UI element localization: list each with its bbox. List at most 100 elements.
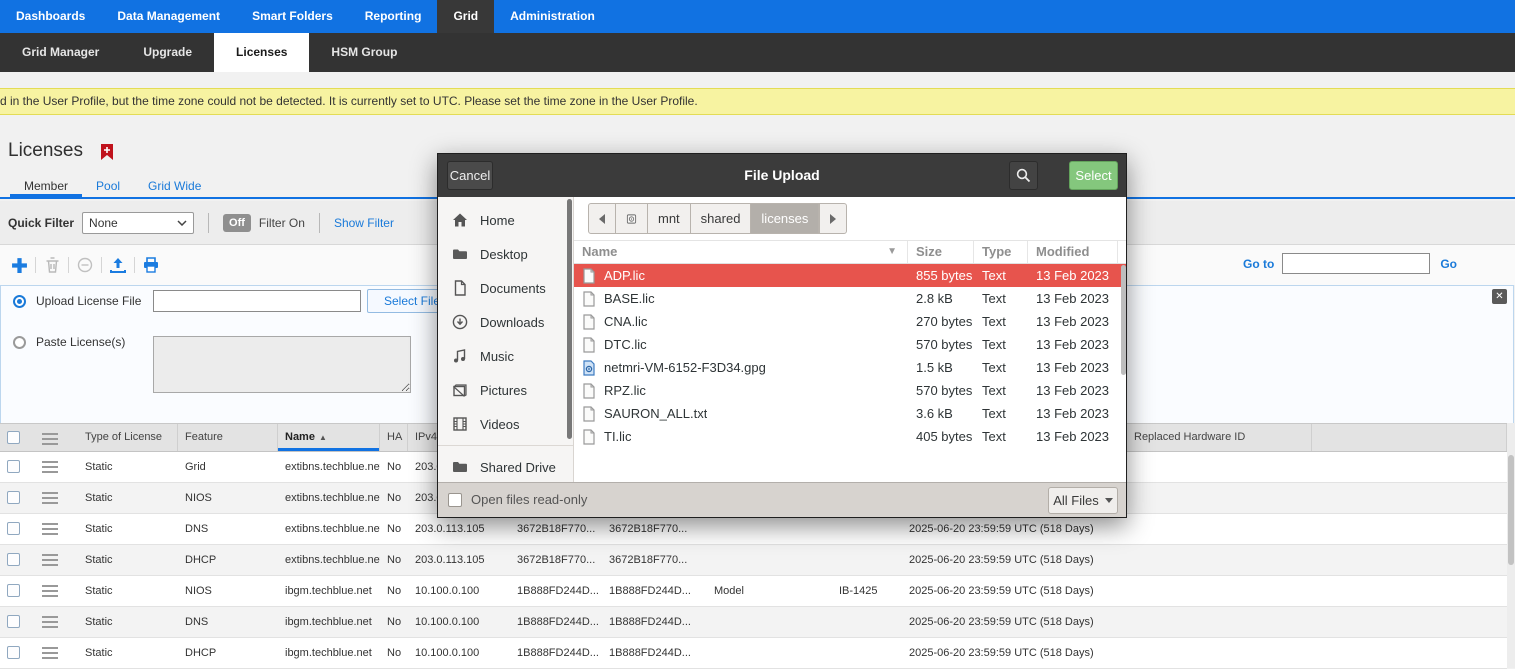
nav-item-smart-folders[interactable]: Smart Folders [236,0,349,33]
table-cell [832,514,902,544]
sidebar-scrollbar[interactable] [567,199,572,439]
row-checkbox[interactable] [7,460,20,473]
column-header[interactable]: Replaced Hardware ID [1127,424,1312,451]
file-column-header-name[interactable]: Name ▼ [574,241,908,263]
row-menu-icon[interactable] [42,616,58,628]
file-icon [582,406,596,422]
file-type-filter-dropdown[interactable]: All Files [1048,487,1118,514]
row-checkbox[interactable] [7,646,20,659]
sidebar-item-desktop[interactable]: Desktop [438,237,573,271]
sidebar-item-music[interactable]: Music [438,339,573,373]
select-button[interactable]: Select [1069,161,1118,190]
show-filter-link[interactable]: Show Filter [334,216,394,230]
file-row[interactable]: netmri-VM-6152-F3D34.gpg1.5 kBText13 Feb… [574,356,1126,379]
readonly-checkbox[interactable] [448,493,462,507]
file-row[interactable]: SAURON_ALL.txt3.6 kBText13 Feb 2023 [574,402,1126,425]
subnav-item-grid-manager[interactable]: Grid Manager [0,33,121,72]
table-cell [707,514,832,544]
sidebar-item-shared-drive[interactable]: Shared Drive [438,450,573,484]
breadcrumb-segment-mnt[interactable]: mnt [648,203,691,234]
column-header[interactable]: Type of License [78,424,178,451]
table-row[interactable]: StaticDNSibgm.techblue.netNo10.100.0.100… [0,607,1507,638]
breadcrumb-segment-shared[interactable]: shared [691,203,752,234]
sidebar-item-home[interactable]: Home [438,203,573,237]
subnav-item-licenses[interactable]: Licenses [214,33,309,72]
license-file-input[interactable] [153,290,361,312]
row-checkbox[interactable] [7,584,20,597]
file-column-header-modified[interactable]: Modified [1028,241,1118,263]
nav-item-reporting[interactable]: Reporting [349,0,438,33]
goto-button[interactable]: Go [1440,257,1457,271]
upload-icon[interactable] [107,254,129,276]
page-scrollbar[interactable] [1507,423,1515,668]
file-name: RPZ.lic [604,383,646,398]
breadcrumb-forward-button[interactable] [819,203,847,234]
row-menu-icon[interactable] [42,433,58,445]
sidebar-item-documents[interactable]: Documents [438,271,573,305]
tab-member[interactable]: Member [10,176,82,197]
subnav-item-hsm-group[interactable]: HSM Group [309,33,419,72]
file-row[interactable]: DTC.lic570 bytesText13 Feb 2023 [574,333,1126,356]
close-icon[interactable]: ✕ [1492,289,1507,304]
sidebar-item-videos[interactable]: Videos [438,407,573,441]
column-header[interactable]: Feature [178,424,278,451]
row-menu-icon[interactable] [42,647,58,659]
nav-item-administration[interactable]: Administration [494,0,611,33]
filter-toggle[interactable]: Off [223,214,251,232]
breadcrumb-segment-licenses[interactable]: licenses [751,203,819,234]
tab-pool[interactable]: Pool [82,176,134,197]
table-cell: 3672B18F770... [602,545,707,575]
picture-icon [452,382,468,398]
dialog-bottom-bar: Open files read-only All Files [438,482,1126,517]
row-checkbox[interactable] [7,553,20,566]
row-checkbox[interactable] [7,522,20,535]
row-menu-icon[interactable] [42,554,58,566]
nav-item-data-management[interactable]: Data Management [101,0,236,33]
sidebar-item-downloads[interactable]: Downloads [438,305,573,339]
nav-item-dashboards[interactable]: Dashboards [0,0,101,33]
row-menu-icon[interactable] [42,461,58,473]
scrollbar-thumb[interactable] [1508,455,1514,565]
bookmark-icon[interactable] [101,144,113,160]
breadcrumb-drive-button[interactable] [616,203,648,234]
breadcrumb-back-button[interactable] [588,203,616,234]
column-header[interactable]: HA [380,424,408,451]
row-checkbox[interactable] [7,615,20,628]
file-row[interactable]: CNA.lic270 bytesText13 Feb 2023 [574,310,1126,333]
table-row[interactable]: StaticDHCPibgm.techblue.netNo10.100.0.10… [0,638,1507,669]
file-type: Text [974,337,1028,352]
row-menu-icon[interactable] [42,492,58,504]
sidebar-item-pictures[interactable]: Pictures [438,373,573,407]
goto-input[interactable] [1282,253,1430,274]
row-menu-icon[interactable] [42,585,58,597]
file-list-scrollbar[interactable] [1121,265,1126,375]
paste-license-textarea[interactable] [153,336,411,393]
sort-asc-icon: ▲ [319,433,327,442]
file-row[interactable]: BASE.lic2.8 kBText13 Feb 2023 [574,287,1126,310]
quick-filter-select[interactable]: None [82,212,194,234]
tab-grid-wide[interactable]: Grid Wide [134,176,215,197]
file-column-header-size[interactable]: Size [908,241,974,263]
table-row[interactable]: StaticDHCPextibns.techblue.netNo203.0.11… [0,545,1507,576]
row-menu-icon[interactable] [42,523,58,535]
file-name: TI.lic [604,429,631,444]
file-row[interactable]: ADP.lic855 bytesText13 Feb 2023 [574,264,1126,287]
table-row[interactable]: StaticDNSextibns.techblue.netNo203.0.113… [0,514,1507,545]
column-header[interactable]: Name▲ [278,424,380,451]
row-menu-cell [30,483,78,513]
upload-file-radio[interactable] [13,295,26,308]
file-name-cell: BASE.lic [574,291,908,307]
print-icon[interactable] [140,254,162,276]
paste-license-radio[interactable] [13,336,26,349]
table-cell: 10.100.0.100 [408,607,510,637]
file-column-header-type[interactable]: Type [974,241,1028,263]
nav-item-grid[interactable]: Grid [437,0,494,33]
file-row[interactable]: TI.lic405 bytesText13 Feb 2023 [574,425,1126,448]
file-row[interactable]: RPZ.lic570 bytesText13 Feb 2023 [574,379,1126,402]
subnav-item-upgrade[interactable]: Upgrade [121,33,214,72]
add-icon[interactable] [8,254,30,276]
table-row[interactable]: StaticNIOSibgm.techblue.netNo10.100.0.10… [0,576,1507,607]
search-icon[interactable] [1009,161,1038,190]
select-all-checkbox[interactable] [7,431,20,444]
row-checkbox[interactable] [7,491,20,504]
